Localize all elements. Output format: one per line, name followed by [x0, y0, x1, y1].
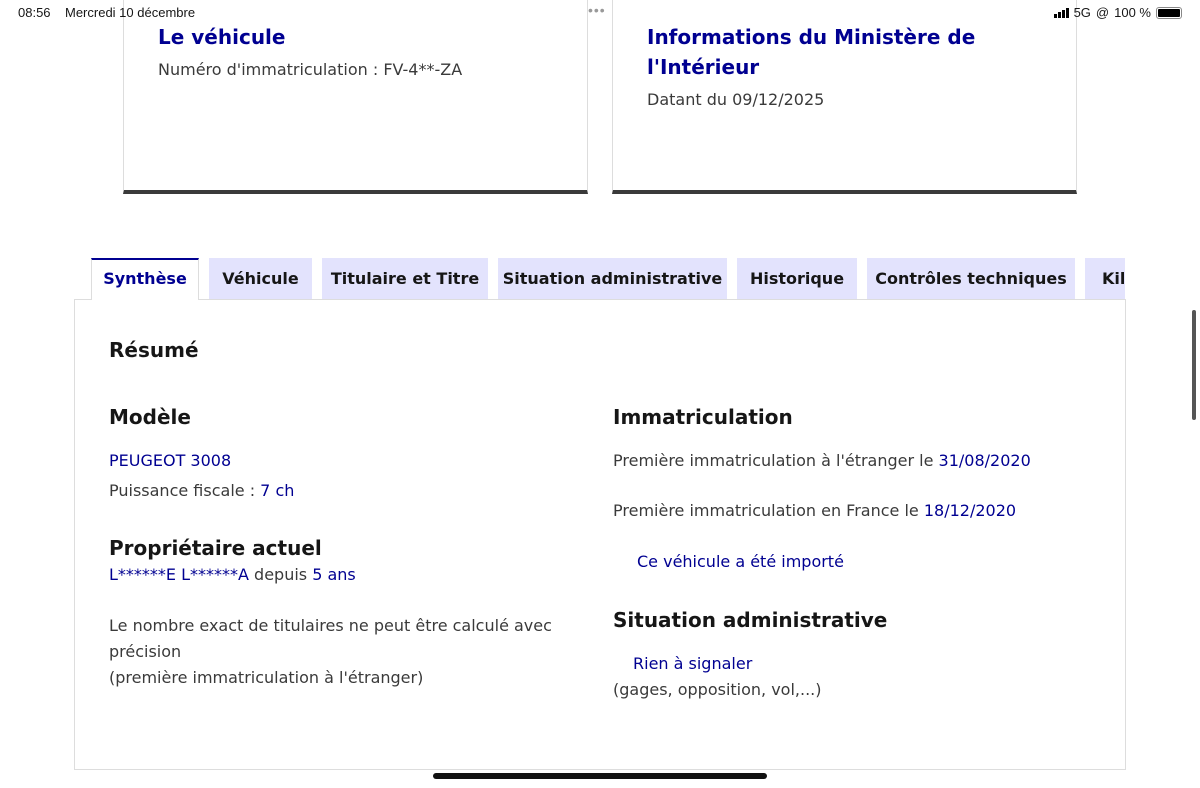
- vehicle-card[interactable]: Le véhicule Numéro d'immatriculation : F…: [123, 0, 588, 194]
- power-label: Puissance fiscale :: [109, 481, 261, 500]
- foreign-registration: Première immatriculation à l'étranger le…: [613, 448, 1031, 474]
- network-label: 5G: [1073, 5, 1091, 20]
- tab-historique[interactable]: Historique: [737, 258, 857, 299]
- card-text: Numéro d'immatriculation : FV-4**-ZA: [158, 60, 463, 79]
- battery-icon: [1156, 6, 1182, 19]
- multitasking-dots-icon[interactable]: •••: [588, 2, 606, 18]
- registration-heading: Immatriculation: [613, 405, 793, 429]
- note-line: (première immatriculation à l'étranger): [109, 668, 424, 687]
- orientation-lock-icon: @: [1095, 5, 1110, 20]
- imported-notice: Ce véhicule a été importé: [637, 552, 844, 571]
- scrollbar[interactable]: [1192, 310, 1196, 420]
- owner-name: L******E L******A: [109, 565, 249, 584]
- tab-list: Synthèse Véhicule Titulaire et Titre Sit…: [91, 258, 1125, 300]
- status-time: 08:56: [18, 5, 51, 20]
- card-title[interactable]: Informations du Ministère de l'Intérieur: [647, 22, 1042, 82]
- tab-synthese[interactable]: Synthèse: [91, 258, 199, 300]
- ministry-card[interactable]: Informations du Ministère de l'Intérieur…: [612, 0, 1077, 194]
- status-date: Mercredi 10 décembre: [65, 5, 196, 20]
- france-registration: Première immatriculation en France le 18…: [613, 498, 1016, 524]
- summary-title: Résumé: [109, 338, 199, 362]
- admin-status: Rien à signaler: [633, 654, 753, 673]
- signal-icon: [1053, 7, 1069, 18]
- tab-controles[interactable]: Contrôles techniques: [867, 258, 1075, 299]
- owner-note: Le nombre exact de titulaires ne peut êt…: [109, 613, 552, 691]
- foreign-label: Première immatriculation à l'étranger le: [613, 451, 939, 470]
- admin-heading: Situation administrative: [613, 608, 888, 632]
- since-label: depuis: [248, 565, 313, 584]
- status-bar: 08:56 Mercredi 10 décembre ••• 5G @ 100 …: [0, 0, 1200, 26]
- battery-label: 100 %: [1114, 5, 1151, 20]
- synthese-panel: Résumé Modèle PEUGEOT 3008 Puissance fis…: [74, 299, 1126, 770]
- note-line: précision: [109, 642, 182, 661]
- tab-situation[interactable]: Situation administrative: [498, 258, 727, 299]
- foreign-date: 31/08/2020: [938, 451, 1031, 470]
- model-heading: Modèle: [109, 405, 191, 429]
- tab-kilometrage[interactable]: Kilométrage: [1085, 258, 1125, 299]
- card-text: Datant du 09/12/2025: [647, 90, 825, 109]
- owner-line: L******E L******A depuis 5 ans: [109, 562, 356, 588]
- home-indicator[interactable]: [433, 773, 767, 779]
- tab-titulaire[interactable]: Titulaire et Titre: [322, 258, 488, 299]
- france-label: Première immatriculation en France le: [613, 501, 924, 520]
- france-date: 18/12/2020: [923, 501, 1017, 520]
- model-name: PEUGEOT 3008: [109, 451, 232, 470]
- tab-vehicule[interactable]: Véhicule: [209, 258, 312, 299]
- fiscal-power: Puissance fiscale : 7 ch: [109, 478, 294, 504]
- note-line: Le nombre exact de titulaires ne peut êt…: [109, 616, 552, 635]
- owner-heading: Propriétaire actuel: [109, 536, 322, 560]
- card-title[interactable]: Le véhicule: [158, 22, 553, 52]
- admin-details: (gages, opposition, vol,...): [613, 680, 822, 699]
- power-value: 7 ch: [260, 481, 295, 500]
- since-value: 5 ans: [312, 565, 356, 584]
